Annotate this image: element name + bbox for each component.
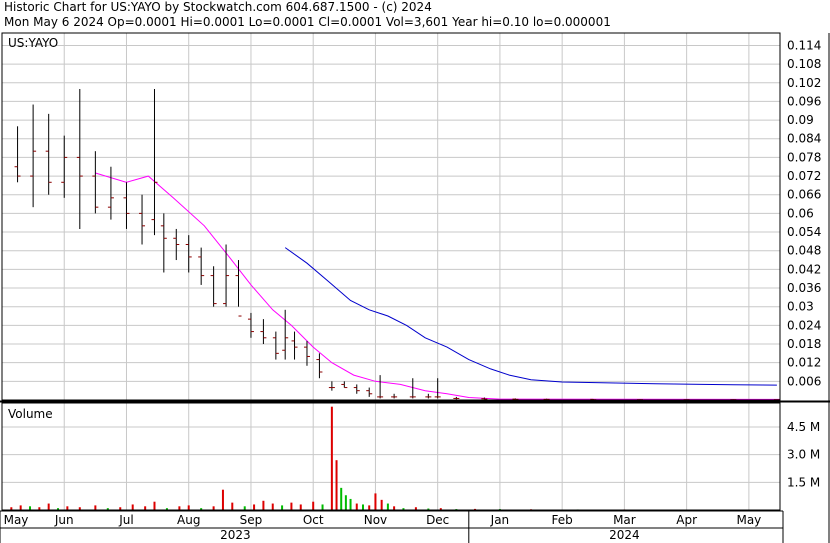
volume-bar xyxy=(19,505,22,510)
volume-bar xyxy=(386,503,389,510)
volume-bar xyxy=(187,505,190,510)
year-label: 2023 xyxy=(220,528,251,542)
volume-bar xyxy=(212,506,215,510)
volume-bar xyxy=(66,506,69,510)
price-bars xyxy=(14,88,780,401)
price-tick-label: 0.018 xyxy=(787,337,821,351)
month-label: Sep xyxy=(240,513,263,527)
volume-tick-label: 4.5 M xyxy=(787,420,820,434)
volume-panel-frame xyxy=(1,402,781,511)
month-label: Feb xyxy=(552,513,573,527)
volume-bar xyxy=(47,503,50,510)
price-tick-label: 0.042 xyxy=(787,262,821,276)
price-tick-label: 0.096 xyxy=(787,94,821,108)
price-panel-frame xyxy=(1,32,781,401)
price-tick-label: 0.024 xyxy=(787,318,821,332)
month-label: Oct xyxy=(303,513,324,527)
month-label: May xyxy=(736,513,761,527)
price-tick-label: 0.084 xyxy=(787,132,821,146)
symbol-label: US:YAYO xyxy=(8,36,58,50)
price-tick-label: 0.102 xyxy=(787,76,821,90)
volume-bar xyxy=(340,487,343,510)
volume-bar xyxy=(361,504,364,510)
price-tick-label: 0.036 xyxy=(787,281,821,295)
month-label: Dec xyxy=(426,513,449,527)
volume-bar xyxy=(243,506,246,510)
moving-average-long xyxy=(284,247,777,386)
price-tick-label: 0.048 xyxy=(787,244,821,258)
volume-bar xyxy=(131,504,134,510)
month-label: Mar xyxy=(613,513,636,527)
volume-bar xyxy=(312,501,315,510)
volume-panel-label: Volume xyxy=(8,407,53,421)
ma-long-line xyxy=(284,247,777,386)
month-label: Apr xyxy=(676,513,697,527)
volume-axis-labels: 4.5 M 3.0 M 1.5 M xyxy=(787,420,820,489)
volume-bar xyxy=(290,502,293,510)
volume-bar xyxy=(94,505,97,510)
volume-bar xyxy=(281,505,284,510)
volume-bar xyxy=(299,504,302,510)
price-tick-label: 0.114 xyxy=(787,38,821,52)
price-grid xyxy=(2,33,780,400)
volume-bar xyxy=(153,501,156,510)
volume-bar xyxy=(321,504,324,510)
volume-bar xyxy=(271,503,274,510)
price-tick-label: 0.066 xyxy=(787,188,821,202)
year-label: 2024 xyxy=(609,528,640,542)
volume-bar xyxy=(393,506,396,510)
volume-grid xyxy=(2,403,780,510)
volume-bar xyxy=(349,498,352,510)
price-tick-label: 0.006 xyxy=(787,374,821,388)
price-tick-label: 0.09 xyxy=(787,113,814,127)
price-axis-labels: 0.114 0.108 0.102 0.096 0.09 0.084 0.078 0.072 0… xyxy=(787,38,821,388)
month-label: Jul xyxy=(118,513,133,527)
price-tick-label: 0.012 xyxy=(787,356,821,370)
month-label: Jun xyxy=(54,513,74,527)
volume-bar xyxy=(29,506,32,510)
volume-bar xyxy=(355,503,358,510)
volume-tick-label: 3.0 M xyxy=(787,448,820,462)
volume-bar xyxy=(144,506,147,510)
stock-chart: 0.114 0.108 0.102 0.096 0.09 0.084 0.078 0.072 0… xyxy=(0,32,830,543)
volume-bar xyxy=(253,504,256,510)
price-tick-label: 0.03 xyxy=(787,300,814,314)
volume-bar xyxy=(330,406,333,510)
month-label: Jan xyxy=(490,513,510,527)
price-tick-label: 0.108 xyxy=(787,57,821,71)
month-label: Aug xyxy=(177,513,200,527)
price-tick-label: 0.06 xyxy=(787,206,814,220)
month-label: Nov xyxy=(364,513,387,527)
volume-bar xyxy=(178,506,181,510)
volume-bars xyxy=(10,406,750,511)
volume-bar xyxy=(368,505,371,510)
volume-bar xyxy=(262,500,265,510)
price-tick-label: 0.054 xyxy=(787,225,821,239)
volume-bar xyxy=(335,460,338,510)
month-label: May xyxy=(4,513,29,527)
volume-bar xyxy=(374,493,377,510)
volume-bar xyxy=(221,489,224,510)
price-tick-label: 0.078 xyxy=(787,150,821,164)
volume-bar xyxy=(380,499,383,510)
price-tick-label: 0.072 xyxy=(787,169,821,183)
volume-tick-label: 1.5 M xyxy=(787,475,820,489)
volume-bar xyxy=(344,495,347,510)
volume-bar xyxy=(231,502,234,510)
